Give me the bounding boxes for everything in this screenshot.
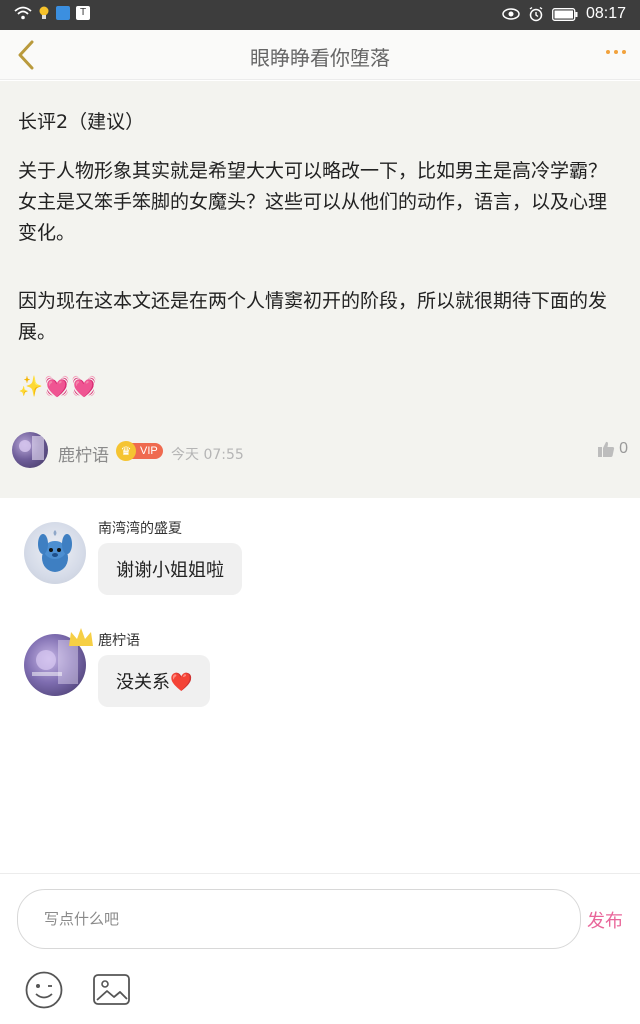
comment-author-name[interactable]: 鹿柠语 xyxy=(98,630,140,650)
crown-icon xyxy=(69,628,93,646)
author-name[interactable]: 鹿柠语 xyxy=(58,441,109,466)
emoji-button[interactable] xyxy=(24,970,64,1010)
battery-icon xyxy=(552,7,578,21)
image-icon xyxy=(93,974,130,1005)
app-notification-icon: T xyxy=(76,6,90,20)
status-time: 08:17 xyxy=(585,5,626,22)
comment-bubble[interactable]: 谢谢小姐姐啦 xyxy=(98,543,242,595)
page-title: 眼睁睁看你堕落 xyxy=(250,46,390,70)
more-dots-icon xyxy=(606,50,610,54)
alarm-icon xyxy=(529,6,543,22)
vip-badge: VIP xyxy=(132,443,163,459)
lightbulb-icon xyxy=(39,6,49,19)
status-left-icons: T xyxy=(14,6,90,20)
post-author-row: 鹿柠语 VIP ♛ 今天 07:55 0 xyxy=(12,432,628,470)
comment-input[interactable] xyxy=(17,889,581,949)
navigation-bar: 眼睁睁看你堕落 xyxy=(0,30,640,80)
like-button[interactable]: 0 xyxy=(597,440,628,458)
post-paragraph: 因为现在这本文还是在两个人情窦初开的阶段，所以就很期待下面的发展。 xyxy=(18,290,608,343)
thumbs-up-icon xyxy=(598,441,615,457)
wifi-icon xyxy=(14,6,32,20)
avatar-image xyxy=(38,530,72,572)
comment-author-name[interactable]: 南湾湾的盛夏 xyxy=(98,518,182,538)
post-time: 今天 07:55 xyxy=(171,447,244,463)
sparkles-icon: ✨ xyxy=(18,374,43,398)
smiley-icon xyxy=(25,971,63,1009)
publish-button[interactable]: 发布 xyxy=(587,907,623,933)
avatar-image xyxy=(19,436,44,460)
post-heading: 长评2（建议） xyxy=(18,111,145,133)
more-button[interactable] xyxy=(606,50,626,54)
comment-composer: 发布 xyxy=(0,873,640,1024)
post-emoji-line: ✨ 💓 💓 xyxy=(18,374,97,398)
heart-icon: 💓 xyxy=(71,374,97,398)
avatar[interactable] xyxy=(12,432,48,468)
post-paragraph: 关于人物形象其实就是希望大大可以略改一下，比如男主是高冷学霸？女主是又笨手笨脚的… xyxy=(18,160,608,244)
heart-icon: 💓 xyxy=(44,374,70,398)
status-bar: T 08:17 xyxy=(0,0,640,30)
like-count: 0 xyxy=(619,440,628,457)
image-button[interactable] xyxy=(92,972,132,1008)
status-right-icons: 08:17 xyxy=(502,5,626,23)
eye-icon xyxy=(502,8,520,20)
crown-icon: ♛ xyxy=(116,441,136,461)
comment-bubble[interactable]: 没关系❤️ xyxy=(98,655,211,707)
review-post: 长评2（建议） 关于人物形象其实就是希望大大可以略改一下，比如男主是高冷学霸？女… xyxy=(0,81,640,498)
app-notification-icon xyxy=(56,6,70,20)
avatar[interactable] xyxy=(24,522,86,584)
